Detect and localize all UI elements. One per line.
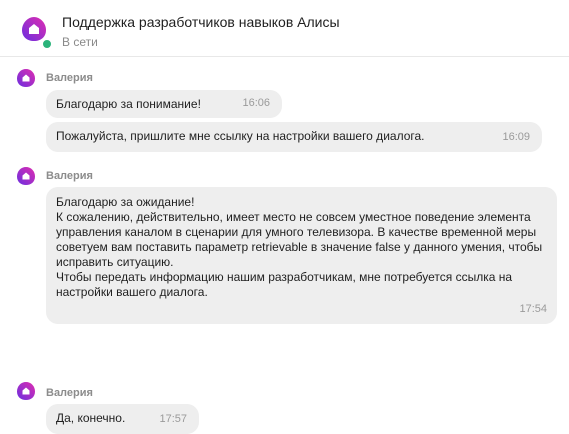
sender-name: Валерия (46, 170, 93, 182)
message-time: 17:54 (519, 303, 547, 315)
message-time: 16:06 (242, 97, 270, 109)
sender-name: Валерия (46, 72, 93, 84)
message-time: 17:57 (159, 413, 187, 425)
sender-name: Валерия (46, 387, 93, 399)
message-time: 16:09 (502, 131, 530, 143)
message-text: Пожалуйста, пришлите мне ссылку на настр… (56, 129, 425, 143)
sender-avatar-icon[interactable] (16, 166, 36, 186)
message-bubble[interactable]: Да, конечно. 17:57 (46, 404, 199, 434)
message-text: Благодарю за понимание! (56, 97, 201, 111)
online-status-dot (41, 38, 53, 50)
sender-avatar-icon[interactable] (16, 68, 36, 88)
message-text: Благодарю за ожидание! К сожалению, дейс… (56, 195, 543, 299)
message-text: Да, конечно. (56, 411, 126, 425)
sender-avatar-icon[interactable] (16, 381, 36, 401)
chat-title: Поддержка разработчиков навыков Алисы (62, 14, 340, 30)
message-bubble[interactable]: Благодарю за понимание! 16:06 (46, 90, 282, 118)
message-bubble[interactable]: Пожалуйста, пришлите мне ссылку на настр… (46, 122, 542, 152)
chat-header: Поддержка разработчиков навыков Алисы В … (0, 0, 569, 57)
message-bubble[interactable]: Благодарю за ожидание! К сожалению, дейс… (46, 187, 557, 324)
chat-status: В сети (62, 35, 98, 49)
